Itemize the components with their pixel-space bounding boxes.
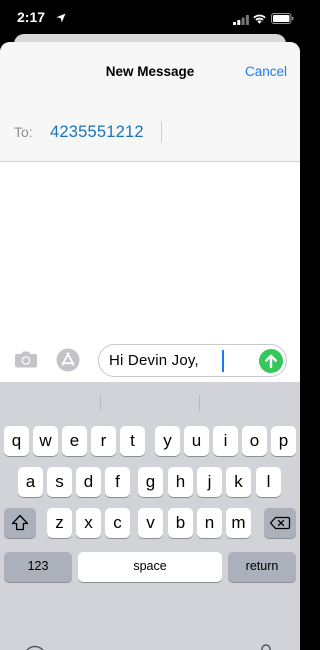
return-key[interactable]: return [228, 552, 296, 582]
key-m[interactable]: m [226, 508, 251, 538]
up-arrow-icon [265, 354, 277, 369]
key-r[interactable]: r [91, 426, 116, 456]
emoji-icon[interactable] [23, 645, 47, 650]
recipient-divider [161, 121, 162, 143]
shift-icon [11, 514, 29, 531]
backspace-icon [269, 516, 291, 530]
key-o[interactable]: o [242, 426, 267, 456]
key-a[interactable]: a [18, 467, 43, 497]
key-b[interactable]: b [168, 508, 193, 538]
location-arrow-icon [56, 10, 66, 28]
key-y[interactable]: y [155, 426, 180, 456]
microphone-icon[interactable] [257, 644, 275, 650]
recipient-field[interactable]: To: 4235551212 [0, 104, 300, 162]
key-f[interactable]: f [105, 467, 130, 497]
key-n[interactable]: n [197, 508, 222, 538]
wifi-icon [252, 11, 267, 29]
delete-key[interactable] [264, 508, 296, 538]
suggestion-divider [100, 395, 101, 411]
app-store-icon[interactable] [56, 348, 80, 377]
suggestion-divider [199, 395, 200, 411]
status-bar: 2:17 [0, 0, 300, 36]
key-q[interactable]: q [4, 426, 29, 456]
key-i[interactable]: i [213, 426, 238, 456]
key-c[interactable]: c [105, 508, 130, 538]
key-w[interactable]: w [33, 426, 58, 456]
send-button[interactable] [259, 349, 283, 373]
to-label: To: [14, 124, 33, 140]
numbers-key[interactable]: 123 [4, 552, 72, 582]
camera-icon[interactable] [14, 349, 38, 374]
new-message-sheet: New Message Cancel To: 4235551212 Hi Dev… [0, 42, 300, 650]
nav-bar: New Message Cancel [0, 42, 300, 104]
key-e[interactable]: e [62, 426, 87, 456]
battery-icon [271, 11, 294, 29]
message-text: Hi Devin Joy, [109, 352, 204, 369]
key-x[interactable]: x [76, 508, 101, 538]
key-j[interactable]: j [197, 467, 222, 497]
cancel-button[interactable]: Cancel [245, 64, 287, 79]
keyboard: q w e r t y u i o p a s d f g h j k l z … [0, 382, 300, 650]
key-d[interactable]: d [76, 467, 101, 497]
key-t[interactable]: t [120, 426, 145, 456]
message-input[interactable]: Hi Devin Joy, [98, 344, 287, 377]
key-p[interactable]: p [271, 426, 296, 456]
key-s[interactable]: s [47, 467, 72, 497]
key-u[interactable]: u [184, 426, 209, 456]
key-l[interactable]: l [256, 467, 281, 497]
suggestion-bar [0, 382, 300, 420]
key-h[interactable]: h [168, 467, 193, 497]
key-k[interactable]: k [226, 467, 251, 497]
cellular-signal-icon [233, 12, 249, 30]
shift-key[interactable] [4, 508, 36, 538]
key-z[interactable]: z [47, 508, 72, 538]
text-cursor [222, 350, 224, 372]
space-key[interactable]: space [78, 552, 222, 582]
key-v[interactable]: v [138, 508, 163, 538]
status-time: 2:17 [17, 9, 46, 25]
key-g[interactable]: g [138, 467, 163, 497]
recipient-number[interactable]: 4235551212 [50, 123, 144, 142]
